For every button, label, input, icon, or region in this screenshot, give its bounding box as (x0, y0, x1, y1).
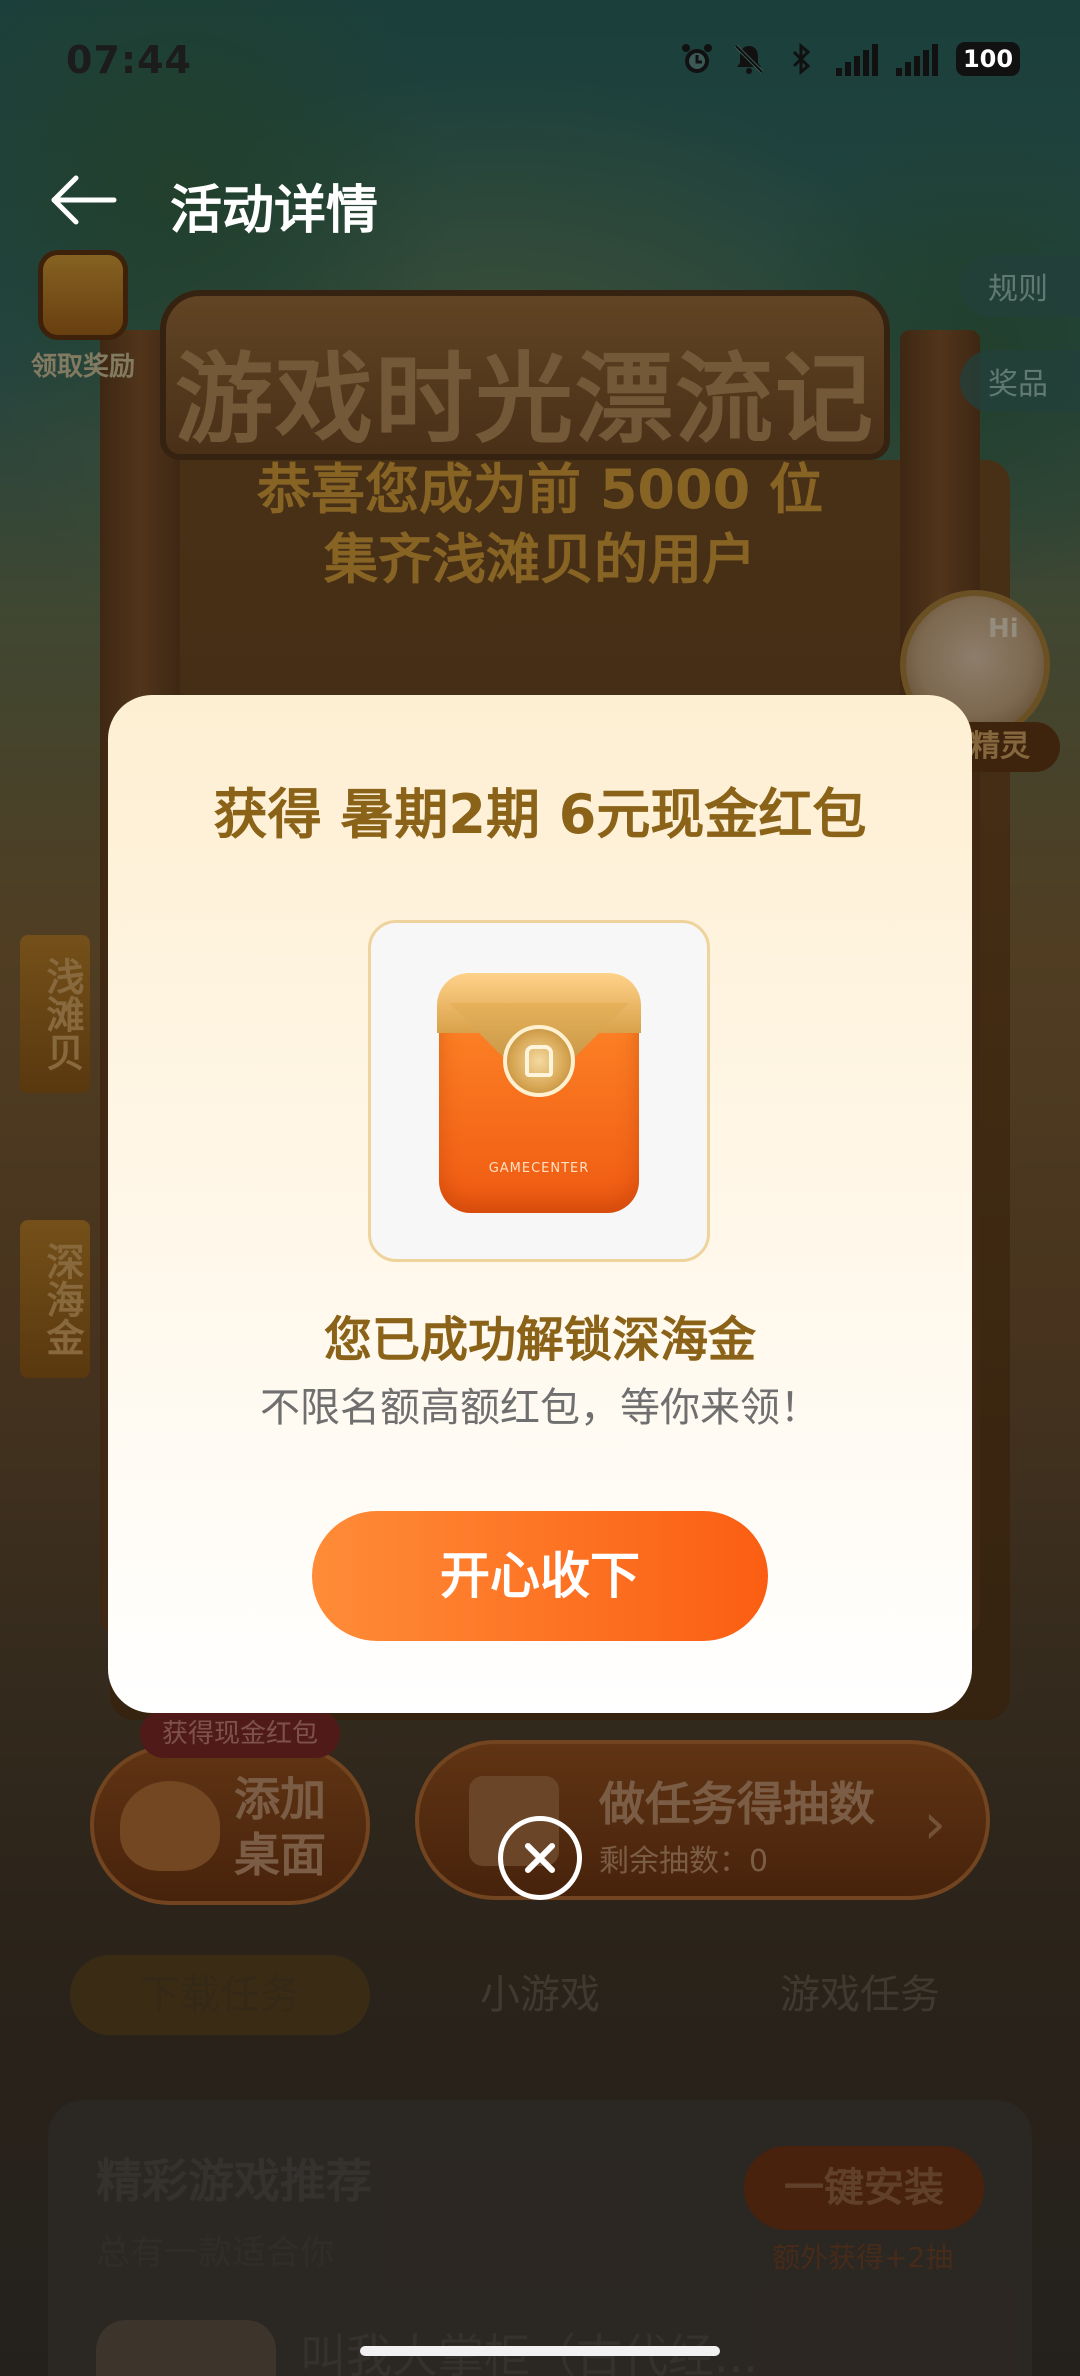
signal-5g-a-icon (836, 42, 878, 76)
mute-icon (732, 42, 766, 76)
alarm-icon (680, 42, 714, 76)
arrow-left-icon (51, 175, 117, 225)
red-envelope-icon: GAMECENTER (437, 973, 641, 1213)
page-title: 活动详情 (170, 181, 379, 241)
battery-icon: 100 (956, 42, 1020, 76)
back-button[interactable] (44, 160, 124, 240)
modal-title: 获得 暑期2期 6元现金红包 (213, 783, 867, 846)
top-app-bar: 活动详情 (0, 150, 1080, 250)
prize-image-frame: GAMECENTER (368, 920, 710, 1262)
envelope-seal (503, 1025, 575, 1097)
unlock-subtitle: 不限名额高额红包，等你来领！ (260, 1385, 820, 1431)
close-circle-icon[interactable] (498, 1816, 582, 1900)
bluetooth-icon (784, 42, 818, 76)
home-indicator[interactable] (360, 2346, 720, 2356)
status-bar: 07:44 100 (0, 0, 1080, 120)
reward-modal: 获得 暑期2期 6元现金红包 GAMECENTER 您已成功解锁深海金 不限名额… (108, 695, 972, 1713)
envelope-brand: GAMECENTER (488, 1161, 590, 1176)
signal-5g-icon (896, 42, 938, 76)
unlock-title: 您已成功解锁深海金 (323, 1312, 756, 1368)
seal-emblem (525, 1045, 553, 1077)
accept-button[interactable]: 开心收下 (312, 1511, 768, 1641)
status-time: 07:44 (66, 38, 192, 82)
status-icons: 100 (680, 42, 1020, 76)
